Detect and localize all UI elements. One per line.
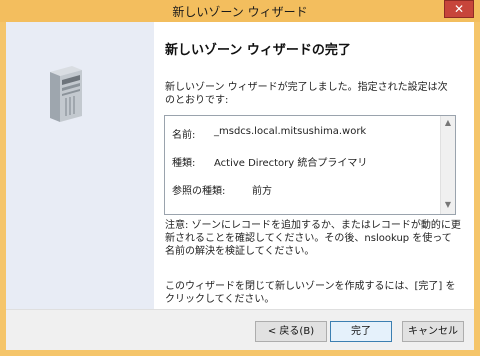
- left-panel: [6, 22, 154, 309]
- cancel-button[interactable]: キャンセル: [402, 321, 464, 342]
- summary-label: 参照の種類:: [172, 186, 226, 197]
- close-icon: ✕: [453, 2, 465, 16]
- title-bar[interactable]: 新しいゾーン ウィザード ✕: [0, 0, 480, 22]
- button-bar: < 戻る(B) 完了 キャンセル: [6, 309, 474, 350]
- summary-scrollbar[interactable]: ▲ ▼: [440, 116, 455, 214]
- scroll-down-icon[interactable]: ▼: [441, 200, 455, 212]
- note-text: 注意: ゾーンにレコードを追加するか、またはレコードが動的に更新されることを確認…: [165, 220, 461, 257]
- summary-value: Active Directory 統合プライマリ: [214, 158, 368, 169]
- completion-description: 新しいゾーン ウィザードが完了しました。指定された設定は次のとおりです:: [165, 82, 448, 106]
- wizard-content: 新しいゾーン ウィザードの完了 新しいゾーン ウィザードが完了しました。指定され…: [6, 22, 474, 350]
- settings-summary-box[interactable]: 名前: _msdcs.local.mitsushima.work 種類: Act…: [164, 115, 456, 215]
- page-heading: 新しいゾーン ウィザードの完了: [165, 43, 351, 58]
- summary-row-name: 名前: _msdcs.local.mitsushima.work: [172, 126, 366, 141]
- summary-value: _msdcs.local.mitsushima.work: [214, 126, 367, 137]
- scroll-up-icon[interactable]: ▲: [441, 118, 455, 130]
- summary-row-lookup-type: 参照の種類: 前方: [172, 182, 272, 197]
- back-button[interactable]: < 戻る(B): [255, 321, 327, 342]
- close-button[interactable]: ✕: [444, 0, 474, 18]
- summary-label: 種類:: [172, 158, 196, 169]
- finish-button[interactable]: 完了: [330, 321, 392, 342]
- window-title: 新しいゾーン ウィザード: [172, 5, 308, 19]
- summary-label: 名前:: [172, 130, 196, 141]
- wizard-window: 新しいゾーン ウィザード ✕ 新しいゾーン ウィザードの完了 新しいゾーン ウィ…: [0, 0, 480, 356]
- server-tower-icon: [50, 66, 82, 122]
- closing-instruction: このウィザードを閉じて新しいゾーンを作成するには、[完了] をクリックしてくださ…: [165, 281, 456, 305]
- summary-value: 前方: [252, 186, 272, 197]
- summary-row-type: 種類: Active Directory 統合プライマリ: [172, 154, 367, 169]
